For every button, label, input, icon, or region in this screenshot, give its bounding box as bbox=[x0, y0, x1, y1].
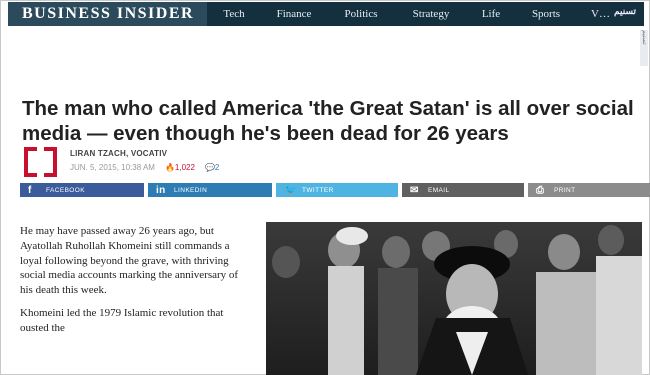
article-photo bbox=[266, 222, 642, 375]
share-email-button[interactable]: ✉ EMAIL bbox=[402, 183, 524, 197]
nav-link-tech[interactable]: Tech bbox=[207, 2, 261, 26]
twitter-icon: 🐦 bbox=[284, 184, 297, 196]
article-paragraph: He may have passed away 26 years ago, bu… bbox=[20, 225, 239, 297]
email-icon: ✉ bbox=[410, 184, 419, 196]
facebook-icon: f bbox=[28, 184, 32, 196]
share-twitter-button[interactable]: 🐦 TWITTER bbox=[276, 183, 398, 197]
nav-link-strategy[interactable]: Strategy bbox=[395, 2, 467, 26]
article-headline: The man who called America 'the Great Sa… bbox=[22, 97, 634, 145]
watermark-text: تسنیم bbox=[614, 6, 636, 16]
views-count: 🔥1,022 bbox=[164, 163, 195, 172]
print-button[interactable]: ⎙ PRINT bbox=[528, 183, 650, 197]
article-body: He may have passed away 26 years ago, bu… bbox=[20, 224, 250, 344]
share-bar: f FACEBOOK in LINKEDIN 🐦 TWITTER ✉ EMAIL… bbox=[20, 183, 650, 197]
flame-icon: 🔥 bbox=[164, 163, 175, 172]
article-meta: JUN. 5, 2015, 10:38 AM 🔥1,022 💬2 bbox=[70, 163, 219, 172]
top-navigation: BUSINESS INSIDER Tech Finance Politics S… bbox=[8, 2, 644, 26]
article-paragraph: Khomeini led the 1979 Islamic revolution… bbox=[20, 306, 224, 334]
comments-count[interactable]: 💬2 bbox=[205, 163, 219, 172]
photo-crowd-image bbox=[266, 222, 642, 375]
site-logo[interactable]: BUSINESS INSIDER bbox=[8, 2, 207, 26]
nav-link-politics[interactable]: Politics bbox=[327, 2, 395, 26]
vocativ-logo-icon bbox=[24, 147, 57, 177]
article-date: JUN. 5, 2015, 10:38 AM bbox=[70, 163, 155, 172]
nav-link-sports[interactable]: Sports bbox=[515, 2, 577, 26]
linkedin-icon: in bbox=[156, 184, 166, 196]
article-author[interactable]: LIRAN TZACH, VOCATIV bbox=[70, 149, 167, 158]
nav-links: Tech Finance Politics Strategy Life Spor… bbox=[207, 2, 637, 26]
side-watermark: تسنیم bbox=[640, 30, 648, 66]
share-facebook-button[interactable]: f FACEBOOK bbox=[20, 183, 144, 197]
comment-icon: 💬 bbox=[204, 163, 215, 172]
nav-link-life[interactable]: Life bbox=[467, 2, 515, 26]
print-icon: ⎙ bbox=[536, 184, 545, 196]
share-linkedin-button[interactable]: in LINKEDIN bbox=[148, 183, 272, 197]
nav-link-finance[interactable]: Finance bbox=[261, 2, 327, 26]
